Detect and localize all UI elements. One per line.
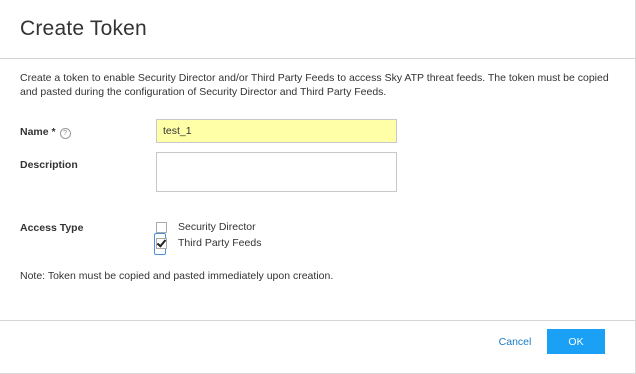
- intro-text: Create a token to enable Security Direct…: [20, 72, 609, 98]
- note-text: Note: Token must be copied and pasted im…: [20, 270, 334, 282]
- header-divider: [0, 58, 636, 59]
- name-label: Name *?: [20, 126, 71, 139]
- dialog-title: Create Token: [20, 17, 147, 40]
- name-label-text: Name *: [20, 126, 56, 138]
- access-type-label: Access Type: [20, 222, 84, 234]
- third-party-feeds-checkbox[interactable]: [156, 237, 167, 249]
- access-option-third-party-feeds[interactable]: Third Party Feeds: [156, 236, 261, 250]
- description-label: Description: [20, 159, 78, 171]
- create-token-dialog: Create Token Create a token to enable Se…: [0, 0, 636, 374]
- cancel-button[interactable]: Cancel: [490, 330, 540, 354]
- access-option-security-director[interactable]: Security Director: [156, 220, 256, 234]
- security-director-label: Security Director: [178, 221, 256, 233]
- name-input[interactable]: [156, 119, 397, 143]
- ok-button[interactable]: OK: [547, 329, 605, 354]
- description-field[interactable]: [156, 152, 397, 192]
- security-director-checkbox[interactable]: [156, 221, 167, 233]
- footer-divider: [0, 320, 636, 321]
- help-circle-icon[interactable]: ?: [59, 128, 71, 139]
- third-party-feeds-label: Third Party Feeds: [178, 237, 262, 249]
